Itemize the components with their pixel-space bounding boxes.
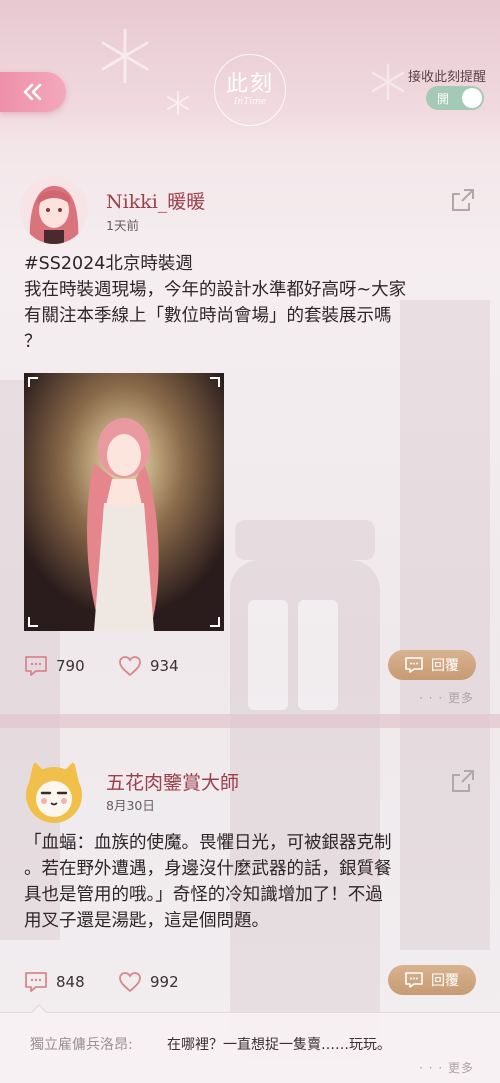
comment-text: 在哪裡？一直想捉一隻賣……玩玩。 xyxy=(167,1037,391,1053)
post-text-line: 我在時裝週現場，今年的設計水準都好高呀~大家 xyxy=(24,280,407,300)
reply-button-label: 回覆 xyxy=(431,973,459,989)
post-username[interactable]: Nikki_暖暖 xyxy=(106,187,205,214)
back-button[interactable] xyxy=(0,72,66,112)
like-count[interactable]: 934 xyxy=(118,655,179,677)
notify-label: 接收此刻提醒 xyxy=(407,70,486,85)
post-time: 1天前 xyxy=(106,218,139,233)
like-count-value: 992 xyxy=(150,973,179,991)
logo-title: 此刻 xyxy=(225,72,274,97)
header-bar: 此刻 InTime 接收此刻提醒 開 xyxy=(0,0,500,150)
reply-button[interactable]: 回覆 xyxy=(388,965,476,995)
comment-caret-fill xyxy=(31,1006,47,1014)
avatar[interactable] xyxy=(20,757,88,825)
more-link[interactable]: · · · 更多 xyxy=(419,1059,474,1076)
heart-icon xyxy=(119,972,141,993)
post-text: 「血蝠：血族的使魔。畏懼日光，可被銀器克制 。若在野外遭遇，身邊沒什麼武器的話，… xyxy=(24,830,484,934)
cat-avatar-image xyxy=(26,761,82,823)
post-text-line: 。若在野外遭遇，身邊沒什麼武器的話，銀質餐 xyxy=(24,859,392,879)
share-icon[interactable] xyxy=(450,768,476,794)
reply-button-label: 回覆 xyxy=(431,658,459,674)
comment-count-value: 848 xyxy=(56,973,85,991)
notify-toggle[interactable]: 開 xyxy=(426,86,484,110)
post-time: 8月30日 xyxy=(106,798,155,813)
post-username[interactable]: 五花肉鑒賞大師 xyxy=(106,768,239,795)
comment-count[interactable]: 790 xyxy=(24,655,85,677)
post-divider xyxy=(0,714,500,728)
post-text-line: ？ xyxy=(24,332,42,352)
reply-button[interactable]: 回覆 xyxy=(388,650,476,680)
comment-author[interactable]: 獨立雇傭兵洛昂: xyxy=(30,1034,133,1054)
post-text-line: 有關注本季線上「數位時尚會場」的套裝展示嗎 xyxy=(24,306,392,326)
post-text: #SS2024北京時裝週 我在時裝週現場，今年的設計水準都好高呀~大家 有關注本… xyxy=(24,251,484,355)
post-text-line: 「血蝠：血族的使魔。畏懼日光，可被銀器克制 xyxy=(24,833,392,853)
more-link[interactable]: · · · 更多 xyxy=(419,689,474,706)
toggle-knob xyxy=(462,88,482,108)
logo-subtitle: InTime xyxy=(233,97,267,107)
comment-count-value: 790 xyxy=(56,657,85,675)
heart-icon xyxy=(119,656,141,677)
snowflake-icon xyxy=(371,63,405,101)
comment-icon xyxy=(405,657,423,673)
nikki-avatar-image xyxy=(20,176,88,244)
share-icon[interactable] xyxy=(450,187,476,213)
fashion-photo xyxy=(24,373,224,631)
post-text-line: #SS2024北京時裝週 xyxy=(24,254,193,274)
like-count[interactable]: 992 xyxy=(118,971,179,993)
comment-icon xyxy=(405,972,423,988)
snowflake-icon xyxy=(167,91,189,115)
avatar[interactable] xyxy=(20,176,88,244)
intime-logo: 此刻 InTime xyxy=(214,54,286,126)
post-text-line: 具也是管用的哦。」奇怪的冷知識增加了！不過 xyxy=(24,885,383,905)
comment-count[interactable]: 848 xyxy=(24,971,85,993)
post-image[interactable] xyxy=(24,373,224,631)
comment-icon xyxy=(25,656,47,676)
snowflake-icon xyxy=(101,28,149,84)
toggle-label: 開 xyxy=(437,91,450,106)
comment-icon xyxy=(25,972,47,992)
like-count-value: 934 xyxy=(150,657,179,675)
post-text-line: 用叉子還是湯匙，這是個問題。 xyxy=(24,911,269,931)
double-chevron-left-icon xyxy=(23,83,42,101)
